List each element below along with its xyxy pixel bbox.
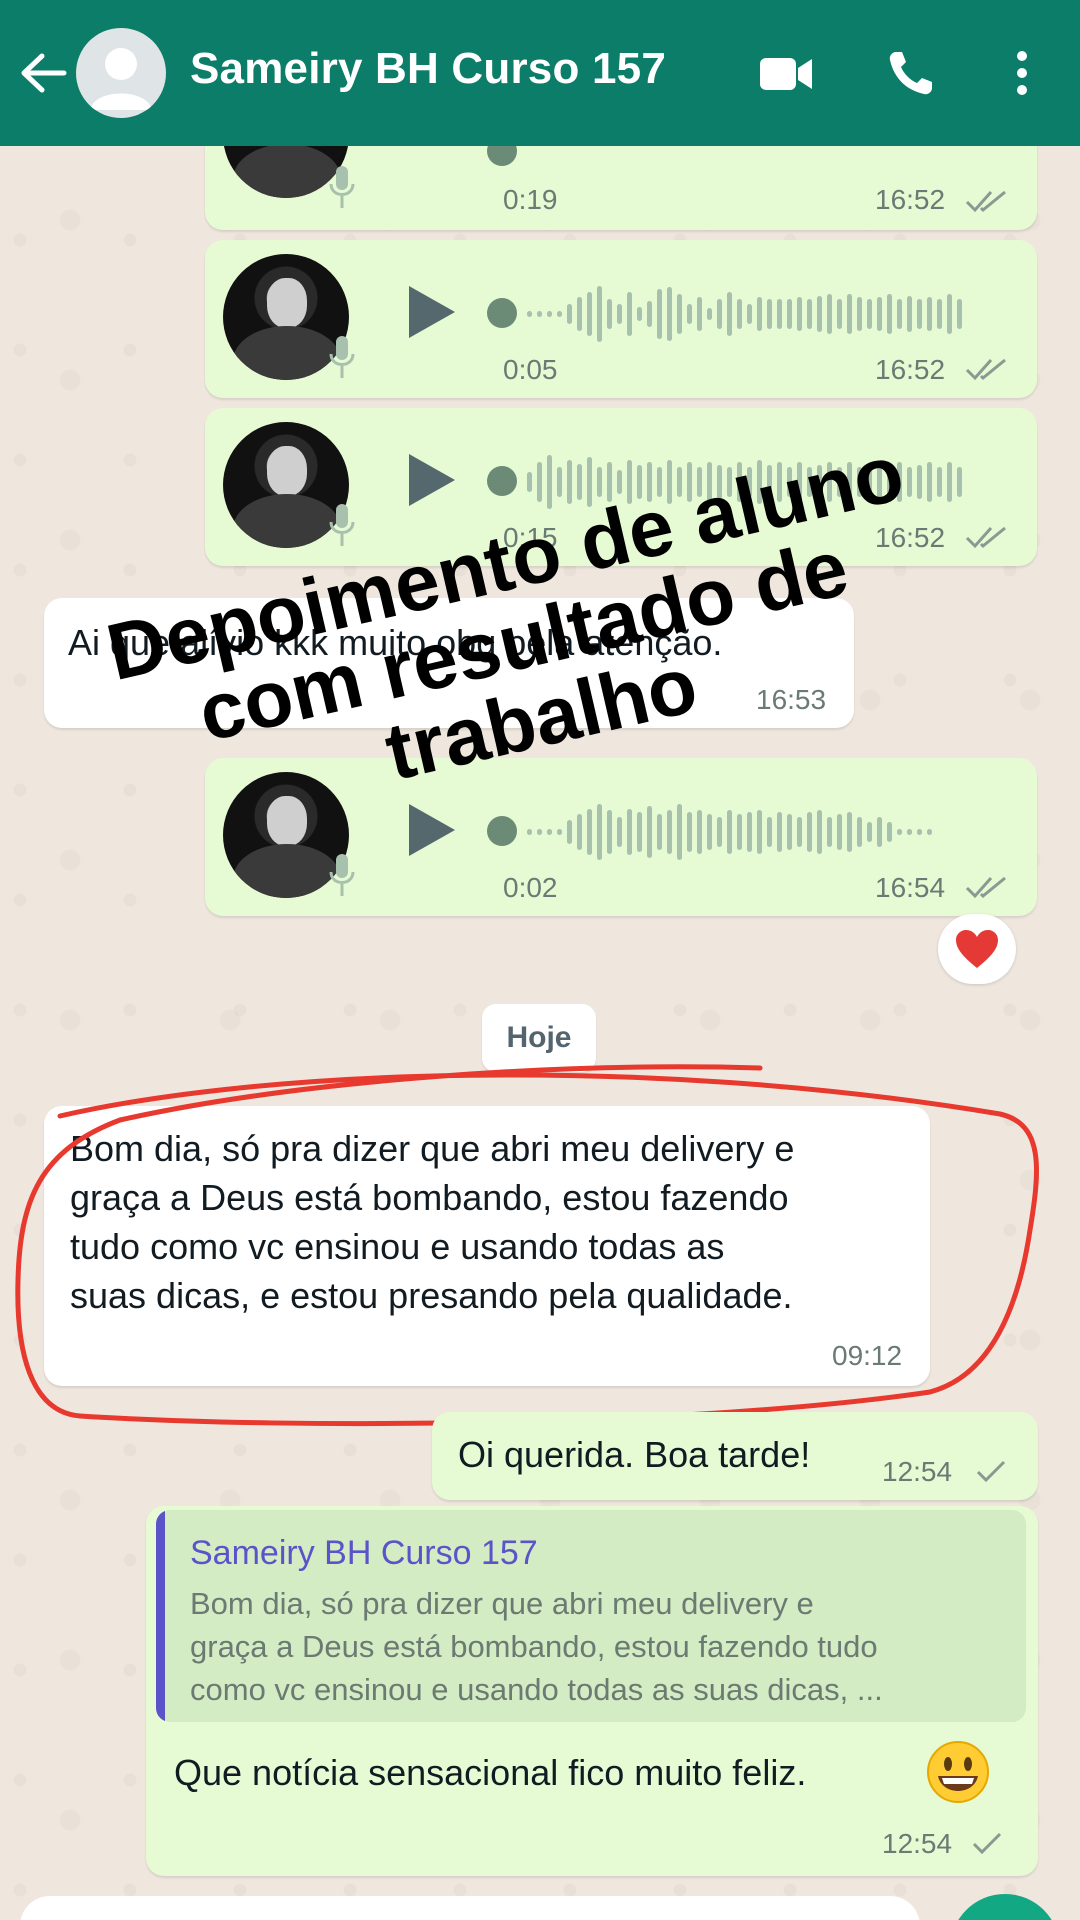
message-text-line: tudo como vc ensinou e usando todas as (70, 1226, 725, 1267)
playback-position-dot[interactable] (487, 298, 517, 328)
sent-check-icon (976, 1460, 1006, 1483)
quoted-message[interactable]: Sameiry BH Curso 157 Bom dia, só pra diz… (156, 1510, 1026, 1722)
microphone-icon (329, 166, 355, 208)
sent-check-icon (972, 1832, 1002, 1855)
more-options-icon[interactable] (1004, 48, 1040, 98)
play-icon[interactable] (405, 284, 457, 340)
audio-duration: 0:02 (503, 872, 558, 903)
message-text-line: Bom dia, só pra dizer que abri meu deliv… (70, 1128, 795, 1169)
heart-reaction[interactable] (938, 914, 1016, 984)
message-time: 16:52 (875, 354, 946, 385)
quoted-text-line: Bom dia, só pra dizer que abri meu deliv… (190, 1586, 814, 1621)
back-arrow-icon[interactable] (18, 50, 68, 96)
message-text-line: suas dicas, e estou presando pela qualid… (70, 1275, 793, 1316)
message-text: Oi querida. Boa tarde! (458, 1434, 811, 1475)
phone-call-icon[interactable] (886, 48, 936, 98)
message-text-line: graça a Deus está bombando, estou fazend… (70, 1177, 789, 1218)
quote-accent-bar (156, 1510, 165, 1722)
message-time: 09:12 (832, 1340, 903, 1371)
contact-avatar[interactable] (76, 28, 166, 118)
default-avatar-icon (90, 48, 152, 110)
message-time: 12:54 (882, 1456, 953, 1487)
send-button[interactable] (950, 1894, 1060, 1920)
message-time: 16:54 (875, 872, 946, 903)
play-icon[interactable] (405, 452, 457, 508)
date-separator: Hoje (482, 1004, 596, 1072)
microphone-icon (329, 504, 355, 546)
read-receipt-icon (965, 358, 1006, 381)
quoted-text: Bom dia, só pra dizer que abri meu deliv… (190, 1582, 1010, 1711)
chat-screen: Sameiry BH Curso 157 0:19 16:52 0:05 16:… (0, 0, 1080, 1920)
read-receipt-icon (965, 876, 1006, 899)
read-receipt-icon (965, 190, 1006, 213)
quoted-text-line: como vc ensinou e usando todas as suas d… (190, 1672, 883, 1707)
heart-icon (956, 930, 998, 968)
incoming-message[interactable]: Bom dia, só pra dizer que abri meu deliv… (44, 1106, 930, 1386)
quoted-sender-name: Sameiry BH Curso 157 (190, 1534, 538, 1572)
audio-waveform[interactable] (527, 802, 932, 862)
audio-waveform[interactable] (527, 284, 962, 344)
message-input-bar[interactable] (20, 1896, 920, 1920)
quoted-text-line: graça a Deus está bombando, estou fazend… (190, 1629, 878, 1664)
video-call-icon[interactable] (758, 54, 814, 94)
message-text: Que notícia sensacional fico muito feliz… (174, 1752, 807, 1793)
audio-duration: 0:19 (503, 184, 558, 215)
microphone-icon (329, 336, 355, 378)
audio-duration: 0:05 (503, 354, 558, 385)
chat-header: Sameiry BH Curso 157 (0, 0, 1080, 146)
outgoing-message[interactable]: Oi querida. Boa tarde! 12:54 (432, 1412, 1038, 1500)
message-time: 16:52 (875, 184, 946, 215)
contact-name[interactable]: Sameiry BH Curso 157 (190, 44, 666, 94)
grinning-face-emoji-icon (927, 1741, 989, 1803)
message-time: 12:54 (882, 1828, 953, 1859)
playback-position-dot[interactable] (487, 466, 517, 496)
audio-message[interactable]: 0:05 16:52 (205, 240, 1037, 398)
